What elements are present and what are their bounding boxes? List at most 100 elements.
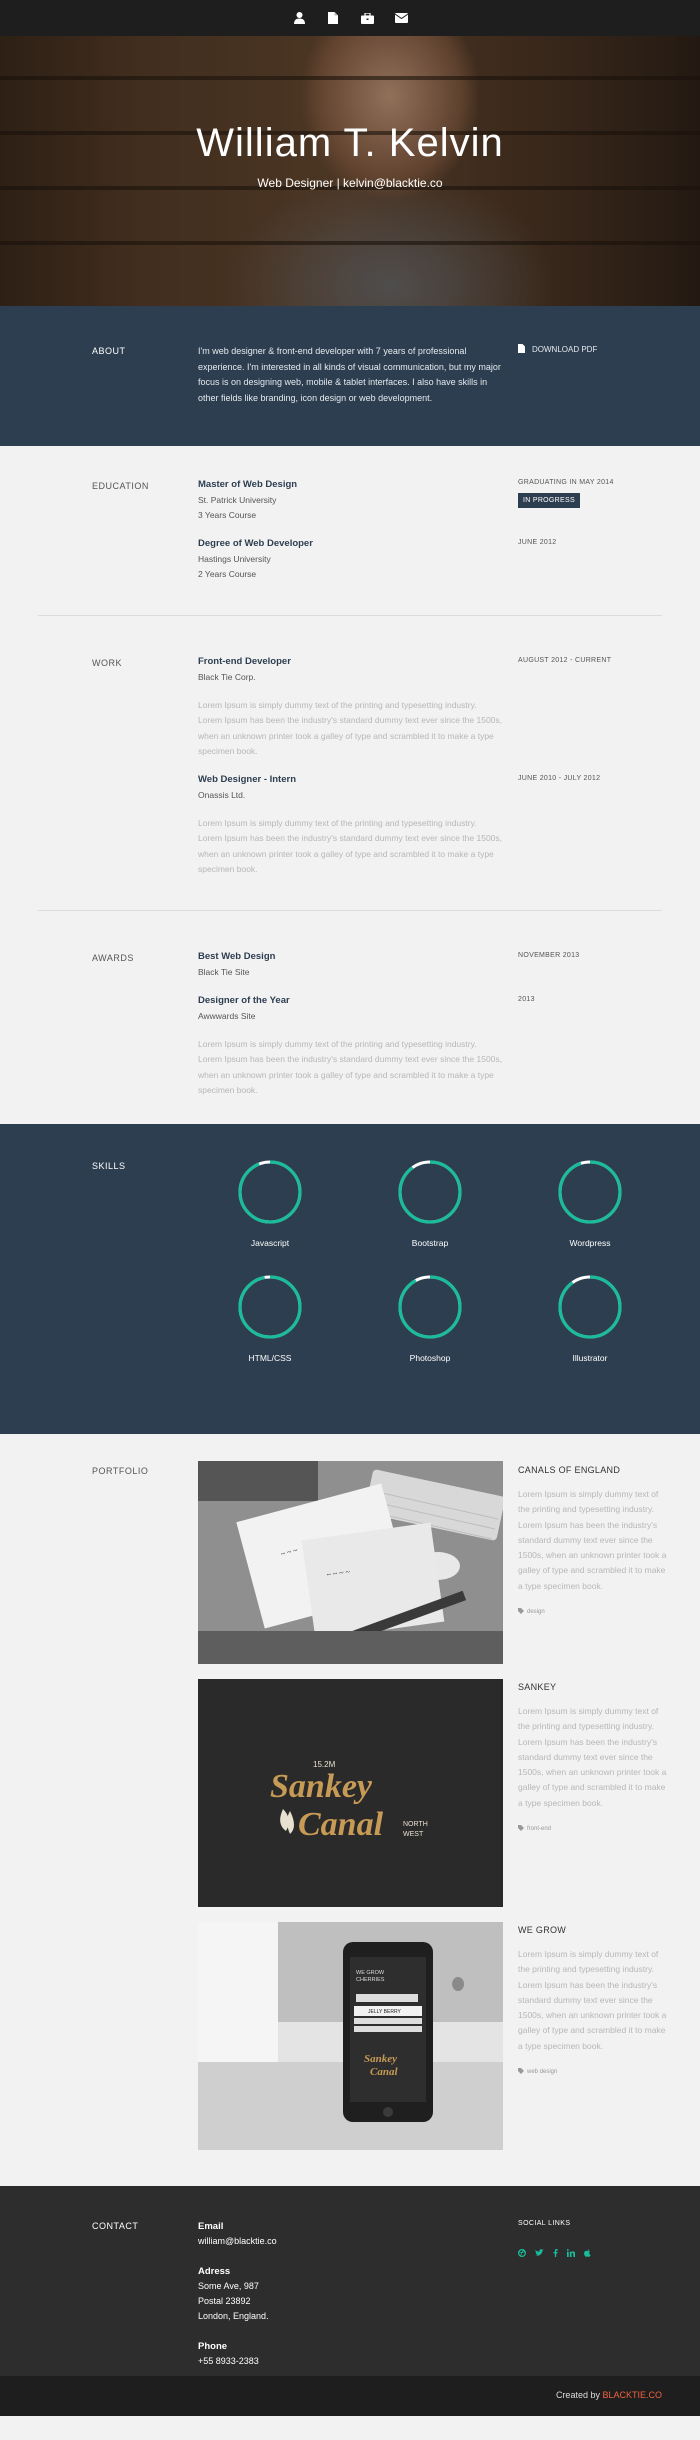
work-date: JUNE 2010 - JULY 2012 xyxy=(518,775,668,782)
portfolio-image-wegrow[interactable]: WE GROW CHERRIES JELLY BERRY Sankey Cana… xyxy=(198,1922,503,2150)
footer: Created by BLACKTIE.CO xyxy=(0,2376,700,2416)
portfolio-info: CANALS OF ENGLAND Lorem Ipsum is simply … xyxy=(518,1465,668,1616)
skill-ring xyxy=(398,1160,462,1224)
briefcase-icon[interactable] xyxy=(360,11,374,25)
dribbble-icon[interactable] xyxy=(517,2244,527,2262)
awards-label: AWARDS xyxy=(92,953,134,963)
wegrow-photo: WE GROW CHERRIES JELLY BERRY Sankey Cana… xyxy=(198,1922,503,2150)
award-org: Awwwards Site xyxy=(198,1011,256,1021)
work-title: Front-end Developer xyxy=(198,656,291,667)
skill-ring xyxy=(238,1160,302,1224)
work-date: AUGUST 2012 - CURRENT xyxy=(518,657,668,664)
address-line: Some Ave, 987 xyxy=(198,2281,259,2291)
portfolio-tag[interactable]: design xyxy=(518,1608,668,1616)
about-text: I'm web designer & front-end developer w… xyxy=(198,346,501,403)
skill-item: Wordpress xyxy=(550,1159,630,1248)
facebook-icon[interactable] xyxy=(553,2244,558,2262)
address-line: London, England. xyxy=(198,2311,269,2321)
skills-section: SKILLS Javascript Bootstrap Wordpress HT… xyxy=(0,1124,700,1434)
phone-line-1: WE GROW xyxy=(356,1970,385,1976)
portfolio-title: SANKEY xyxy=(518,1682,557,1692)
skill-ring-progress xyxy=(558,1275,622,1339)
contact-details: Email william@blacktie.co Adress Some Av… xyxy=(198,2219,503,2369)
address-line: Postal 23892 xyxy=(198,2296,251,2306)
education-school: Hastings University xyxy=(198,554,271,564)
skill-name: Javascript xyxy=(250,1238,290,1248)
poster-right-2: WEST xyxy=(403,1831,424,1838)
portfolio-tag[interactable]: web design xyxy=(518,2068,668,2076)
phone-line-4: Sankey xyxy=(364,2053,397,2065)
portfolio-description: Lorem Ipsum is simply dummy text of the … xyxy=(518,1706,667,1808)
credits: Created by BLACKTIE.CO xyxy=(556,2390,662,2400)
award-description: Lorem Ipsum is simply dummy text of the … xyxy=(198,1039,503,1095)
portfolio-image-sankey[interactable]: 15.2M Sankey Canal NORTH WEST xyxy=(198,1679,503,1907)
brand-link[interactable]: BLACKTIE.CO xyxy=(602,2390,662,2400)
skill-ring-progress xyxy=(238,1275,302,1339)
education-date: JUNE 2012 xyxy=(518,539,557,546)
tag-label: web design xyxy=(527,2069,558,2076)
tag-icon xyxy=(518,2068,524,2076)
contact-label: CONTACT xyxy=(92,2221,139,2231)
skill-ring xyxy=(238,1275,302,1339)
envelope-icon[interactable] xyxy=(394,11,408,25)
skill-name: Bootstrap xyxy=(411,1238,449,1248)
award-date: 2013 xyxy=(518,996,668,1003)
email-label: Email xyxy=(198,2221,224,2232)
social-label: SOCIAL LINKS xyxy=(518,2220,571,2227)
skill-ring-progress xyxy=(558,1160,622,1224)
linkedin-icon[interactable] xyxy=(566,2244,575,2262)
award-org: Black Tie Site xyxy=(198,967,250,977)
work-item: Web Designer - Intern Onassis Ltd. Lorem… xyxy=(198,774,503,877)
skill-ring xyxy=(558,1275,622,1339)
email-link[interactable]: william@blacktie.co xyxy=(198,2236,277,2246)
skill-item: Javascript xyxy=(230,1159,310,1248)
work-date-text: JUNE 2010 - JULY 2012 xyxy=(518,775,601,782)
education-title: Master of Web Design xyxy=(198,479,298,490)
skill-item: Photoshop xyxy=(390,1274,470,1363)
skill-name: Photoshop xyxy=(409,1353,451,1363)
education-label: EDUCATION xyxy=(92,481,149,491)
apple-icon[interactable] xyxy=(584,2244,591,2262)
portfolio-tag[interactable]: front-end xyxy=(518,1825,668,1833)
portfolio-description: Lorem Ipsum is simply dummy text of the … xyxy=(518,1949,667,2051)
education-school: St. Patrick University xyxy=(198,495,277,505)
skill-name: Wordpress xyxy=(569,1238,611,1248)
phone-line-2: CHERRIES xyxy=(356,1977,385,1983)
education-item: Master of Web Design St. Patrick Univers… xyxy=(198,479,503,523)
education-date: GRADUATING IN MAY 2014 xyxy=(518,479,614,486)
user-icon[interactable] xyxy=(292,11,306,25)
portfolio-image-canals[interactable]: ~ ~ ~ ~ ~ ~ ~ xyxy=(198,1461,503,1664)
contact-section: CONTACT Email william@blacktie.co Adress… xyxy=(0,2186,700,2376)
hero-subtitle: Web Designer | kelvin@blacktie.co xyxy=(257,176,443,190)
award-item: Best Web Design Black Tie Site xyxy=(198,951,503,980)
poster-line-2: Canal xyxy=(298,1806,384,1843)
education-duration: 3 Years Course xyxy=(198,510,257,520)
portfolio-title: CANALS OF ENGLAND xyxy=(518,1465,621,1475)
skill-ring-progress xyxy=(238,1160,302,1224)
hero-name: William T. Kelvin xyxy=(196,121,504,165)
education-meta: JUNE 2012 xyxy=(518,539,668,546)
twitter-icon[interactable] xyxy=(535,2244,544,2262)
tag-label: design xyxy=(527,1609,545,1616)
poster-right-1: NORTH xyxy=(403,1821,428,1828)
tag-icon xyxy=(518,1608,524,1616)
portfolio-info: SANKEY Lorem Ipsum is simply dummy text … xyxy=(518,1682,668,1833)
work-date-text: AUGUST 2012 - CURRENT xyxy=(518,657,612,664)
document-icon[interactable] xyxy=(326,11,340,25)
skill-item: Bootstrap xyxy=(390,1159,470,1248)
education-item: Degree of Web Developer Hastings Univers… xyxy=(198,538,503,582)
hero-section: William T. Kelvin Web Designer | kelvin@… xyxy=(0,36,700,306)
skill-ring-progress xyxy=(398,1160,462,1224)
education-title: Degree of Web Developer xyxy=(198,538,313,549)
portfolio-description: Lorem Ipsum is simply dummy text of the … xyxy=(518,1489,667,1591)
canals-photo: ~ ~ ~ ~ ~ ~ ~ xyxy=(198,1461,503,1664)
top-nav xyxy=(0,0,700,36)
address-label: Adress xyxy=(198,2266,231,2277)
portfolio-info: WE GROW Lorem Ipsum is simply dummy text… xyxy=(518,1925,668,2076)
skill-name: Illustrator xyxy=(572,1353,608,1363)
work-company: Onassis Ltd. xyxy=(198,790,246,800)
poster-line-1: Sankey xyxy=(270,1768,373,1805)
work-title: Web Designer - Intern xyxy=(198,774,297,785)
download-pdf-link[interactable]: DOWNLOAD PDF xyxy=(518,344,668,355)
portfolio-section: PORTFOLIO ~ ~ ~ ~ ~ ~ ~ CANALS OF ENGLAN… xyxy=(0,1434,700,2186)
